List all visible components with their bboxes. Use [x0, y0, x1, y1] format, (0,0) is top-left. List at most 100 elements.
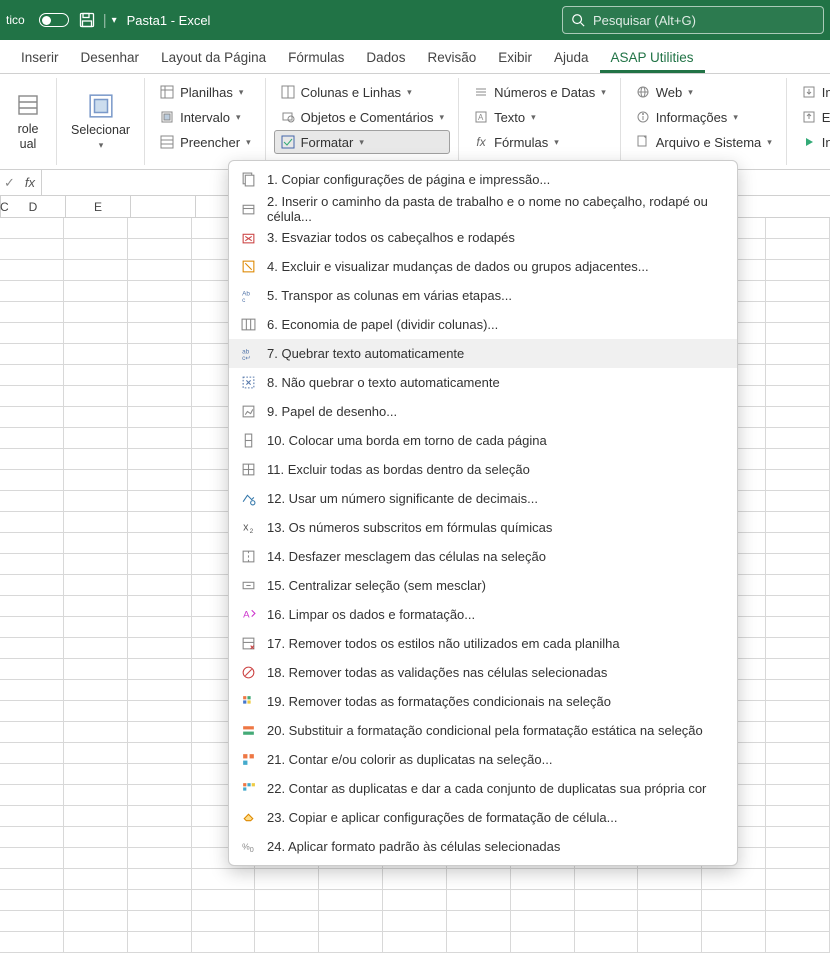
- cell[interactable]: [766, 890, 830, 910]
- cell[interactable]: [64, 617, 128, 637]
- cell[interactable]: [64, 680, 128, 700]
- cell[interactable]: [0, 575, 64, 595]
- cell[interactable]: [0, 533, 64, 553]
- cell[interactable]: [64, 470, 128, 490]
- cell[interactable]: [319, 890, 383, 910]
- cell[interactable]: [255, 911, 319, 931]
- cell[interactable]: [64, 260, 128, 280]
- cell[interactable]: [702, 890, 766, 910]
- cell[interactable]: [0, 869, 64, 889]
- cell[interactable]: [128, 386, 192, 406]
- cell[interactable]: [64, 890, 128, 910]
- planilhas-button[interactable]: Planilhas▾: [153, 80, 257, 104]
- cell[interactable]: [0, 806, 64, 826]
- cell[interactable]: [0, 701, 64, 721]
- cell[interactable]: [64, 512, 128, 532]
- cell[interactable]: [64, 764, 128, 784]
- search-input[interactable]: Pesquisar (Alt+G): [562, 6, 824, 34]
- cell[interactable]: [766, 470, 830, 490]
- cell[interactable]: [64, 638, 128, 658]
- cell[interactable]: [128, 638, 192, 658]
- cell[interactable]: [766, 239, 830, 259]
- cell[interactable]: [64, 449, 128, 469]
- cell[interactable]: [0, 344, 64, 364]
- tab-dados[interactable]: Dados: [355, 43, 416, 73]
- cell[interactable]: [447, 911, 511, 931]
- preencher-button[interactable]: Preencher▾: [153, 130, 257, 154]
- cell[interactable]: [511, 911, 575, 931]
- cell[interactable]: [766, 365, 830, 385]
- cell[interactable]: [766, 302, 830, 322]
- cell[interactable]: [128, 659, 192, 679]
- cell[interactable]: [766, 323, 830, 343]
- cell[interactable]: [766, 827, 830, 847]
- cell[interactable]: [766, 554, 830, 574]
- menu-item-16[interactable]: A16. Limpar os dados e formatação...: [229, 600, 737, 629]
- cell[interactable]: [0, 596, 64, 616]
- cell[interactable]: [64, 869, 128, 889]
- tab-revisao[interactable]: Revisão: [416, 43, 487, 73]
- texto-button[interactable]: ATexto▾: [467, 105, 612, 129]
- cell[interactable]: [64, 848, 128, 868]
- cell[interactable]: [192, 932, 256, 952]
- cell[interactable]: [64, 932, 128, 952]
- cell[interactable]: [766, 764, 830, 784]
- cell[interactable]: [64, 806, 128, 826]
- cell[interactable]: [766, 785, 830, 805]
- tab-exibir[interactable]: Exibir: [487, 43, 543, 73]
- menu-item-2[interactable]: 2. Inserir o caminho da pasta de trabalh…: [229, 194, 737, 223]
- cell[interactable]: [64, 407, 128, 427]
- cell[interactable]: [64, 365, 128, 385]
- cell[interactable]: [64, 428, 128, 448]
- cell[interactable]: [766, 344, 830, 364]
- cell[interactable]: [128, 764, 192, 784]
- cell[interactable]: [255, 890, 319, 910]
- cell[interactable]: [64, 596, 128, 616]
- cell[interactable]: [64, 491, 128, 511]
- cell[interactable]: [64, 743, 128, 763]
- cell[interactable]: [766, 596, 830, 616]
- cell[interactable]: [0, 365, 64, 385]
- cell[interactable]: [766, 638, 830, 658]
- cell[interactable]: [64, 281, 128, 301]
- cell[interactable]: [638, 869, 702, 889]
- cell[interactable]: [383, 869, 447, 889]
- cell[interactable]: [0, 890, 64, 910]
- cell[interactable]: [64, 701, 128, 721]
- menu-item-18[interactable]: 18. Remover todas as validações nas célu…: [229, 658, 737, 687]
- cell[interactable]: [64, 386, 128, 406]
- cell[interactable]: [0, 659, 64, 679]
- cell[interactable]: [0, 932, 64, 952]
- cell[interactable]: [64, 575, 128, 595]
- cell[interactable]: [128, 869, 192, 889]
- cell[interactable]: [128, 344, 192, 364]
- cell[interactable]: [64, 911, 128, 931]
- cell[interactable]: [0, 470, 64, 490]
- cell[interactable]: [192, 869, 256, 889]
- cell[interactable]: [766, 617, 830, 637]
- exportar-button[interactable]: Exportar▾: [795, 105, 830, 129]
- cell[interactable]: [128, 533, 192, 553]
- menu-item-3[interactable]: 3. Esvaziar todos os cabeçalhos e rodapé…: [229, 223, 737, 252]
- cell[interactable]: [0, 722, 64, 742]
- big-button-1[interactable]: role ual: [8, 87, 48, 156]
- cell[interactable]: [766, 743, 830, 763]
- cell[interactable]: [0, 281, 64, 301]
- col-header[interactable]: D: [1, 196, 66, 217]
- cell[interactable]: [383, 932, 447, 952]
- menu-item-6[interactable]: 6. Economia de papel (dividir colunas)..…: [229, 310, 737, 339]
- cell[interactable]: [0, 449, 64, 469]
- cell[interactable]: [0, 386, 64, 406]
- cell[interactable]: [0, 491, 64, 511]
- cell[interactable]: [64, 218, 128, 238]
- cell[interactable]: [0, 848, 64, 868]
- fx-label[interactable]: fx: [25, 175, 35, 190]
- cell[interactable]: [766, 722, 830, 742]
- cell[interactable]: [0, 302, 64, 322]
- cell[interactable]: [766, 806, 830, 826]
- cell[interactable]: [0, 239, 64, 259]
- cell[interactable]: [128, 617, 192, 637]
- cell[interactable]: [128, 323, 192, 343]
- cell[interactable]: [766, 491, 830, 511]
- cell[interactable]: [128, 806, 192, 826]
